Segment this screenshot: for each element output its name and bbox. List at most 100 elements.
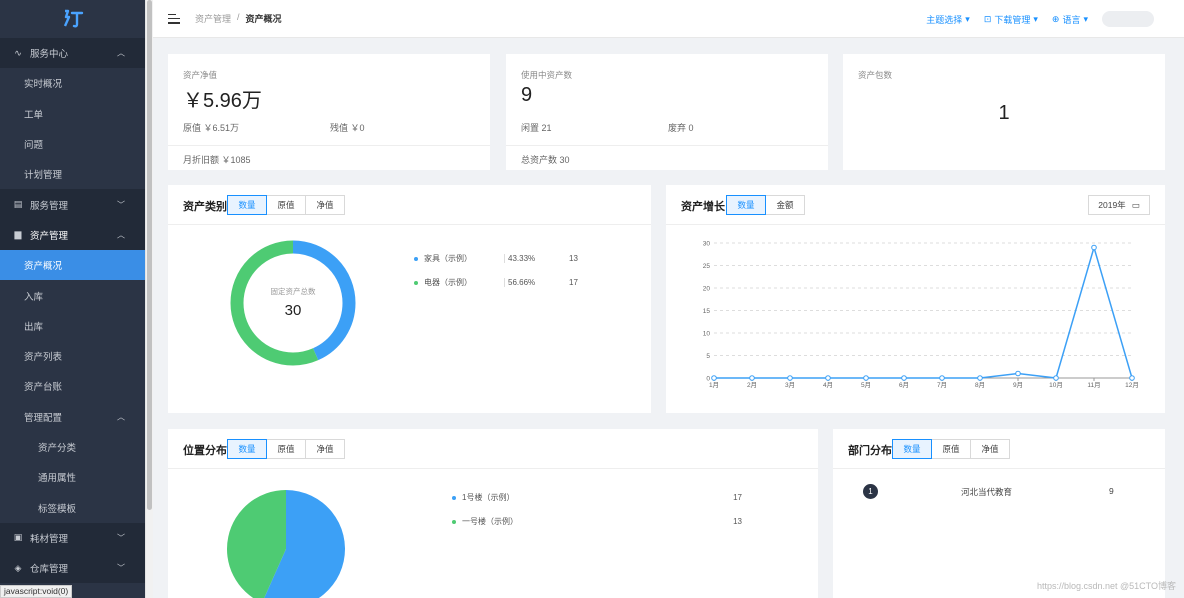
- data-point[interactable]: [825, 375, 831, 381]
- data-point[interactable]: [1053, 375, 1059, 381]
- sidebar-item[interactable]: 问题: [0, 128, 145, 160]
- card-header: 资产增长 数量 金额 2019年 ▭: [666, 185, 1165, 225]
- data-point[interactable]: [787, 375, 793, 381]
- sidebar-item-label: 标签模板: [38, 503, 77, 515]
- layers-icon: ◈: [14, 562, 22, 573]
- sidebar-item-label: 工单: [24, 109, 44, 121]
- sidebar-item[interactable]: 资产列表: [0, 340, 145, 372]
- tab-count[interactable]: 数量: [726, 195, 766, 215]
- department-count: 9: [1109, 486, 1114, 496]
- tab-net[interactable]: 净值: [305, 439, 345, 459]
- box-icon: ▣: [13, 532, 23, 543]
- card-title: 资产包数: [858, 70, 893, 80]
- sidebar-item[interactable]: 资产台账: [0, 371, 145, 402]
- y-tick-label: 10: [703, 331, 711, 338]
- sidebar-item[interactable]: 实时概况: [0, 68, 145, 99]
- tab-amount[interactable]: 金额: [765, 195, 805, 215]
- card-header: 资产类别 数量 原值 净值: [168, 185, 651, 225]
- x-tick-label: 10月: [1049, 381, 1063, 389]
- sidebar-item[interactable]: ▣ 耗材管理 ﹀: [0, 522, 145, 554]
- legend-percent: 43.33%: [504, 254, 569, 263]
- theme-select[interactable]: 主题选择 ▾: [926, 13, 970, 26]
- year-picker[interactable]: 2019年 ▭: [1088, 195, 1150, 215]
- sidebar-item-label: 资产列表: [24, 352, 63, 364]
- caret-down-icon: ▾: [965, 13, 970, 24]
- location-card: 位置分布 数量 原值 净值 1号楼（示例） 17 一号楼（示例） 13: [168, 429, 818, 598]
- tab-count[interactable]: 数量: [892, 439, 932, 459]
- divider: [506, 145, 828, 146]
- rank-badge: 1: [863, 484, 878, 499]
- tab-net[interactable]: 净值: [970, 439, 1010, 459]
- year-value: 2019年: [1098, 200, 1126, 210]
- sidebar-item[interactable]: 管理配置 ︿: [0, 401, 145, 432]
- data-point[interactable]: [1129, 375, 1135, 381]
- download-icon: ⊡: [983, 13, 992, 24]
- data-point[interactable]: [863, 375, 869, 381]
- data-point[interactable]: [901, 375, 907, 381]
- sidebar-item[interactable]: 资产分类: [0, 431, 145, 463]
- logo[interactable]: [0, 0, 145, 38]
- sidebar-item-label: 实时概况: [24, 79, 63, 91]
- department-tabs: 数量 原值 净值: [892, 439, 1010, 459]
- x-tick-label: 3月: [785, 381, 795, 389]
- data-point[interactable]: [977, 375, 983, 381]
- y-tick-label: 5: [706, 353, 710, 360]
- sidebar-item[interactable]: 工单: [0, 98, 145, 129]
- legend-dot: [414, 280, 418, 285]
- tab-original[interactable]: 原值: [266, 439, 306, 459]
- data-point[interactable]: [1091, 244, 1097, 251]
- logo-icon: [63, 9, 83, 28]
- sidebar-item[interactable]: 通用属性: [0, 462, 145, 493]
- chevron-down-icon: ﹀: [117, 563, 125, 573]
- globe-icon: ⊕: [1051, 13, 1060, 24]
- category-legend-row: 家具（示例） 43.33% 13: [414, 253, 578, 264]
- scrollbar-thumb[interactable]: [147, 0, 152, 510]
- data-point[interactable]: [1015, 370, 1021, 377]
- sidebar-item[interactable]: 标签模板: [0, 492, 145, 523]
- series-line: [714, 244, 1133, 379]
- tab-count[interactable]: 数量: [227, 439, 267, 459]
- data-point[interactable]: [939, 375, 945, 381]
- tab-original[interactable]: 原值: [931, 439, 971, 459]
- legend-count: 13: [733, 517, 742, 526]
- sidebar-item[interactable]: ◈ 仓库管理 ﹀: [0, 553, 145, 584]
- breadcrumb-parent[interactable]: 资产管理: [195, 12, 231, 25]
- sidebar-item[interactable]: ▤ 服务管理 ﹀: [0, 189, 145, 220]
- sidebar: ∿ 服务中心 ︿ 实时概况工单问题 计划管理 ▤ 服务管理 ﹀ ▆ 资产管理 ︿ 资产概况 入库 出库资产…: [0, 0, 145, 598]
- y-tick-label: 30: [703, 241, 711, 248]
- data-point[interactable]: [711, 375, 717, 381]
- department-name: 河北当代教育: [961, 487, 1013, 497]
- legend-dot: [414, 256, 418, 261]
- sidebar-item[interactable]: ∿ 服务中心 ︿: [0, 38, 145, 69]
- user-avatar[interactable]: [1102, 11, 1154, 27]
- x-tick-label: 1月: [709, 381, 719, 389]
- grid-icon: ▤: [13, 199, 23, 210]
- asset-pack-card: 资产包数 1: [843, 54, 1165, 170]
- caret-down-icon: ▾: [1033, 13, 1038, 24]
- x-tick-label: 4月: [823, 381, 833, 389]
- legend-count: 17: [733, 493, 742, 502]
- download-menu[interactable]: ⊡ 下载管理 ▾: [984, 13, 1038, 26]
- sidebar-item[interactable]: 资产概况: [0, 250, 145, 281]
- header-actions: 主题选择 ▾ ⊡ 下载管理 ▾ ⊕ 语言 ▾: [926, 0, 1154, 38]
- donut-center-label: 固定资产总数: [271, 286, 316, 296]
- sidebar-menu: ∿ 服务中心 ︿ 实时概况工单问题 计划管理 ▤ 服务管理 ﹀ ▆ 资产管理 ︿ 资产概况 入库 出库资产…: [0, 38, 145, 584]
- card-title: 资产类别: [183, 201, 227, 213]
- divider: [168, 145, 490, 146]
- sidebar-item[interactable]: 计划管理: [0, 159, 145, 190]
- menu-toggle-icon[interactable]: [168, 13, 180, 24]
- data-point[interactable]: [749, 375, 755, 381]
- tab-count[interactable]: 数量: [227, 195, 267, 215]
- monthly-depreciation: 月折旧额 ￥1085: [183, 155, 251, 165]
- sidebar-item[interactable]: 入库: [0, 280, 145, 311]
- sidebar-item[interactable]: 出库: [0, 310, 145, 341]
- chevron-up-icon: ︿: [117, 48, 125, 58]
- sidebar-item[interactable]: ▆ 资产管理 ︿: [0, 219, 145, 251]
- location-pie: [227, 490, 345, 598]
- tab-net[interactable]: 净值: [305, 195, 345, 215]
- watermark: https://blog.csdn.net @51CTO博客: [1036, 581, 1176, 591]
- sidebar-scrollbar[interactable]: [145, 0, 153, 598]
- language-menu[interactable]: ⊕ 语言 ▾: [1052, 13, 1088, 26]
- tab-original[interactable]: 原值: [266, 195, 306, 215]
- location-legend-row: 一号楼（示例） 13: [452, 516, 742, 527]
